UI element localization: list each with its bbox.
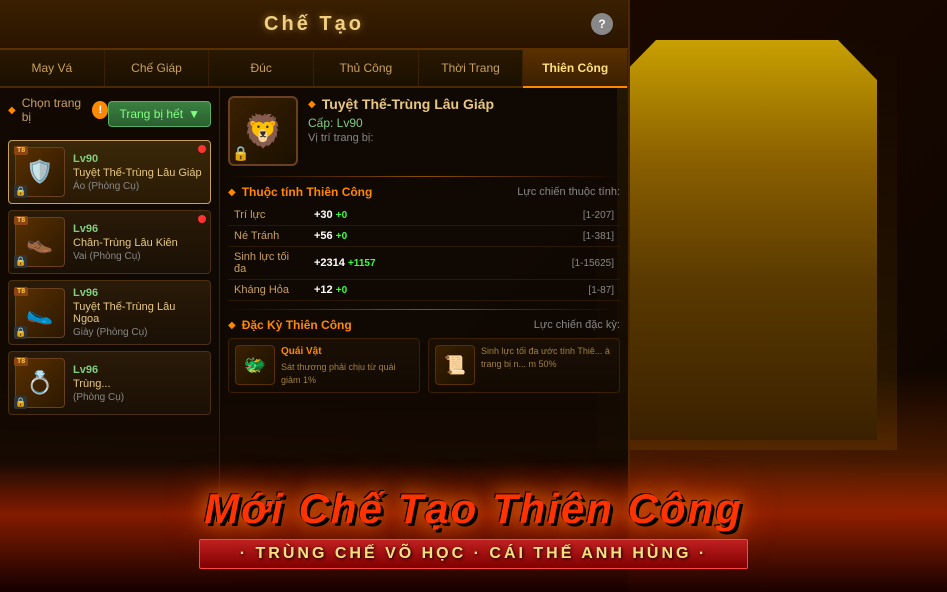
lock-icon: 🔒 xyxy=(14,185,27,198)
tab-che-giap[interactable]: Chế Giáp xyxy=(105,50,210,86)
equip-info-2: Lv96 Chân-Trùng Lâu Kiên Vai (Phòng Cụ) xyxy=(73,223,204,262)
lock-overlay-icon: 🔒 xyxy=(232,145,249,162)
help-button[interactable]: ? xyxy=(591,13,613,35)
detail-item-position: Vị trí trang bị: xyxy=(308,132,620,144)
lock-icon: 🔒 xyxy=(14,255,27,268)
tab-duc[interactable]: Đúc xyxy=(209,50,314,86)
equip-info-4: Lv96 Trùng... (Phòng Cụ) xyxy=(73,364,204,403)
divider-1 xyxy=(228,176,620,177)
skills-section-header: ◆ Đặc Kỳ Thiên Công Lực chiến đặc kỳ: xyxy=(228,318,620,332)
header-bar: Chế Tạo ? xyxy=(0,0,628,50)
detail-info: ◆ Tuyệt Thế-Trùng Lâu Giáp Cấp: Lv90 Vị … xyxy=(308,96,620,144)
stats-section-header: ◆ Thuộc tính Thiên Công Lực chiến thuộc … xyxy=(228,185,620,199)
stats-table: Trí lực +30 +0 [1-207] Né Tránh +56 +0 [… xyxy=(228,205,620,301)
detail-item-name: Tuyệt Thế-Trùng Lâu Giáp xyxy=(322,96,494,112)
stat-bonus-2: +0 xyxy=(336,231,347,242)
luc-chien-label: Lực chiến thuộc tính: xyxy=(517,186,620,198)
stat-val-4: +12 +0 xyxy=(308,280,488,301)
item-detail-header: 🦁 🔒 ◆ Tuyệt Thế-Trùng Lâu Giáp Cấp: Lv90… xyxy=(228,96,620,166)
detail-name-row: ◆ Tuyệt Thế-Trùng Lâu Giáp xyxy=(308,96,620,112)
skills-diamond-icon: ◆ xyxy=(228,320,236,331)
stat-bonus-3: +1157 xyxy=(348,258,376,269)
stat-range-3: [1-15625] xyxy=(488,247,621,280)
skill-text-2: Sinh lực tối đa ước tính Thiê... à trang… xyxy=(481,345,613,386)
skill-icon-2: 📜 xyxy=(435,345,475,385)
stat-val-3: +2314 +1157 xyxy=(308,247,488,280)
notification-dot xyxy=(198,215,206,223)
stat-name-1: Trí lực xyxy=(228,205,308,226)
skill-icon-1: 🐲 xyxy=(235,345,275,385)
lock-icon: 🔒 xyxy=(14,326,27,339)
equip-item-4[interactable]: T8 💍 🔒 Lv96 Trùng... (Phòng Cụ) xyxy=(8,351,211,415)
banner-subtitle: · TRÙNG CHẾ VÕ HỌC · CÁI THẾ ANH HÙNG · xyxy=(199,539,749,569)
panel-title: Chọn trang bị xyxy=(22,96,87,124)
skills-row: 🐲 Quái Vật Sát thương phải chịu từ quái … xyxy=(228,338,620,393)
equipment-btn[interactable]: Trang bị hết ▼ xyxy=(108,101,211,127)
stat-val-2: +56 +0 xyxy=(308,226,488,247)
equip-info-3: Lv96 Tuyệt Thế-Trùng Lâu Ngoa Giày (Phòn… xyxy=(73,287,204,338)
stat-val-1: +30 +0 xyxy=(308,205,488,226)
bottom-banner: Mới Chế Tạo Thiên Công · TRÙNG CHẾ VÕ HỌ… xyxy=(0,462,947,592)
stat-name-2: Né Tránh xyxy=(228,226,308,247)
skills-section-title: Đặc Kỳ Thiên Công xyxy=(242,318,352,332)
equip-icon-1: T8 🛡️ 🔒 xyxy=(15,147,65,197)
page-title: Chế Tạo xyxy=(264,13,364,36)
tab-thoi-trang[interactable]: Thời Trang xyxy=(419,50,524,86)
stat-bonus-1: +0 xyxy=(336,210,347,221)
chevron-down-icon: ▼ xyxy=(188,107,200,121)
lock-icon: 🔒 xyxy=(14,396,27,409)
skill-text-1: Quái Vật Sát thương phải chịu từ quái gi… xyxy=(281,345,413,386)
stat-range-1: [1-207] xyxy=(488,205,621,226)
equip-info-1: Lv90 Tuyệt Thế-Trùng Lâu Giáp Áo (Phòng … xyxy=(73,153,204,192)
tab-bar: May Vá Chế Giáp Đúc Thủ Công Thời Trang … xyxy=(0,50,628,88)
equip-item-1[interactable]: T8 🛡️ 🔒 Lv90 Tuyệt Thế-Trùng Lâu Giáp Áo… xyxy=(8,140,211,204)
skill-card-2: 📜 Sinh lực tối đa ước tính Thiê... à tra… xyxy=(428,338,620,393)
stat-name-4: Kháng Hỏa xyxy=(228,280,308,301)
stat-range-2: [1-381] xyxy=(488,226,621,247)
dac-ky-right-label: Lực chiến đặc kỳ: xyxy=(534,319,620,331)
stats-diamond-icon: ◆ xyxy=(228,187,236,198)
equip-icon-3: T8 🥿 🔒 xyxy=(15,288,65,338)
divider-2 xyxy=(228,309,620,310)
stat-row-2: Né Tránh +56 +0 [1-381] xyxy=(228,226,620,247)
detail-diamond-icon: ◆ xyxy=(308,99,316,110)
stat-range-4: [1-87] xyxy=(488,280,621,301)
stat-row-1: Trí lực +30 +0 [1-207] xyxy=(228,205,620,226)
equip-icon-2: T8 👞 🔒 xyxy=(15,217,65,267)
warning-icon: ! xyxy=(92,101,108,119)
tab-may-va[interactable]: May Vá xyxy=(0,50,105,86)
equip-item-3[interactable]: T8 🥿 🔒 Lv96 Tuyệt Thế-Trùng Lâu Ngoa Già… xyxy=(8,280,211,345)
equip-header: ◆ Chọn trang bị ! Trang bị hết ▼ xyxy=(8,96,211,132)
stats-section-title: Thuộc tính Thiên Công xyxy=(242,185,373,199)
diamond-icon: ◆ xyxy=(8,105,16,116)
tab-thu-cong[interactable]: Thủ Công xyxy=(314,50,419,86)
stat-row-4: Kháng Hỏa +12 +0 [1-87] xyxy=(228,280,620,301)
banner-title: Mới Chế Tạo Thiên Công xyxy=(204,485,743,533)
equip-icon-4: T8 💍 🔒 xyxy=(15,358,65,408)
panel-header: ◆ Chọn trang bị ! xyxy=(8,96,108,124)
notification-dot xyxy=(198,145,206,153)
skill-card-1: 🐲 Quái Vật Sát thương phải chịu từ quái … xyxy=(228,338,420,393)
stat-row-3: Sinh lực tối đa +2314 +1157 [1-15625] xyxy=(228,247,620,280)
detail-item-level: Cấp: Lv90 xyxy=(308,116,620,130)
character-illustration xyxy=(597,30,897,450)
stat-name-3: Sinh lực tối đa xyxy=(228,247,308,280)
tab-thien-cong[interactable]: Thiên Công xyxy=(523,50,628,86)
stat-bonus-4: +0 xyxy=(336,285,347,296)
detail-item-icon: 🦁 🔒 xyxy=(228,96,298,166)
equip-item-2[interactable]: T8 👞 🔒 Lv96 Chân-Trùng Lâu Kiên Vai (Phò… xyxy=(8,210,211,274)
